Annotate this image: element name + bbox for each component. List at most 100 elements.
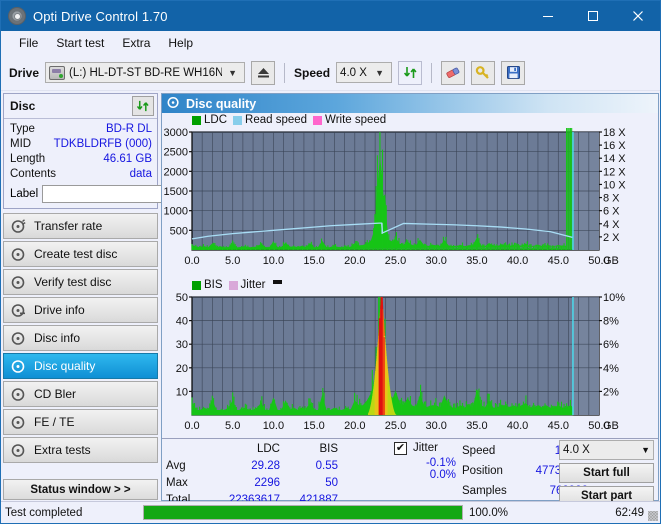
disc-panel: Disc Type BD-R DL MID TDKBLDRFB (000) Le…	[3, 93, 213, 209]
minimize-icon[interactable]	[525, 1, 570, 31]
drive-select[interactable]: (L:) HL-DT-ST BD-RE WH16NS58 TST4 ▼	[45, 62, 246, 83]
menu-item-help[interactable]: Help	[159, 34, 202, 52]
menu-item-start-test[interactable]: Start test	[47, 34, 113, 52]
jitter-marker-icon	[273, 280, 283, 284]
status-window-button[interactable]: Status window > >	[3, 479, 158, 500]
test-controls: 4.0 X ▼ Start full Start part	[559, 440, 654, 506]
disc-row-type-key: Type	[10, 123, 35, 135]
sidebar-item-verify-test-disc[interactable]: Verify test disc	[3, 269, 158, 295]
svg-text:14 X: 14 X	[603, 153, 626, 165]
stats-panel: LDC BIS Avg 29.28 0.55 Max 2296 50 Total…	[162, 438, 658, 506]
disc-row-mid-value: TDKBLDRFB (000)	[53, 138, 152, 150]
svg-text:35.0: 35.0	[466, 420, 487, 432]
erase-button[interactable]	[441, 60, 466, 85]
svg-text:8%: 8%	[603, 316, 619, 328]
menu-item-extra[interactable]: Extra	[113, 34, 159, 52]
svg-text:40.0: 40.0	[507, 420, 528, 432]
app-window: Opti Drive Control 1.70 File Start test …	[0, 0, 661, 524]
toolbar-divider	[431, 62, 433, 83]
sidebar-item-label: Drive info	[34, 303, 85, 317]
svg-text:2 X: 2 X	[603, 232, 620, 244]
ldc-read-speed-chart: 3000250020001500100050018 X16 X14 X12 X1…	[164, 128, 626, 267]
sidebar-item-extra-tests[interactable]: Extra tests	[3, 437, 158, 463]
position-stat-label: Position	[462, 465, 503, 477]
legend-swatch-read-speed	[233, 115, 243, 125]
window-controls	[525, 1, 660, 31]
sidebar-item-label: Disc info	[34, 331, 81, 345]
svg-text:5.0: 5.0	[225, 420, 240, 432]
disc-row-contents: Contents data	[10, 167, 152, 182]
refresh-button[interactable]	[398, 60, 423, 85]
key-button[interactable]	[471, 60, 496, 85]
svg-text:1000: 1000	[164, 206, 188, 218]
content-panel: Disc quality LDC Read speed Write speed …	[161, 93, 659, 506]
status-bar: Test completed 100.0% 62:49	[1, 501, 660, 523]
close-icon[interactable]	[615, 1, 660, 31]
status-text: Test completed	[5, 506, 83, 519]
svg-text:8 X: 8 X	[603, 193, 620, 205]
svg-text:500: 500	[170, 225, 188, 237]
jitter-avg-value: -0.1%	[425, 457, 456, 469]
jitter-header: ✔ Jitter	[394, 440, 456, 457]
sidebar-item-label: Disc quality	[34, 359, 96, 373]
drive-select-value: (L:) HL-DT-ST BD-RE WH16NS58 TST4	[69, 66, 222, 79]
start-full-button[interactable]: Start full	[559, 463, 654, 483]
svg-text:4 X: 4 X	[603, 219, 620, 231]
stats-row-max-ldc: 2296	[254, 477, 280, 489]
legend-label-read-speed: Read speed	[245, 114, 308, 126]
svg-text:5.0: 5.0	[225, 255, 240, 267]
disc-row-mid: MID TDKBLDRFB (000)	[10, 137, 152, 152]
eject-button[interactable]	[251, 60, 276, 85]
charts-area: LDC Read speed Write speed 3000 2500 2000 1…	[162, 113, 658, 438]
jitter-checkbox[interactable]: ✔	[394, 442, 407, 455]
sidebar-item-disc-info[interactable]: Disc info	[3, 325, 158, 351]
stats-col-ldc: LDC	[256, 443, 280, 455]
svg-text:30: 30	[176, 339, 188, 351]
sidebar-item-fe-te[interactable]: FE / TE	[3, 409, 158, 435]
legend-item-jitter: Jitter	[228, 279, 266, 291]
sidebar-item-transfer-rate[interactable]: Transfer rate	[3, 213, 158, 239]
stats-row-avg-bis: 0.55	[315, 460, 338, 472]
svg-text:20.0: 20.0	[344, 420, 365, 432]
sidebar-item-drive-info[interactable]: Drive info	[3, 297, 158, 323]
svg-text:6%: 6%	[603, 339, 619, 351]
sidebar-item-label: Extra tests	[34, 443, 91, 457]
svg-text:40: 40	[176, 316, 188, 328]
menu-bar: File Start test Extra Help	[1, 31, 660, 55]
stats-row-max-label: Max	[166, 477, 188, 489]
disc-row-type-value: BD-R DL	[105, 123, 152, 135]
legend-label-jitter: Jitter	[240, 279, 266, 291]
resize-grip-icon[interactable]	[648, 511, 658, 521]
main-body: Disc Type BD-R DL MID TDKBLDRFB (000) Le…	[1, 93, 660, 506]
svg-text:1500: 1500	[164, 186, 188, 198]
legend-label-ldc: LDC	[204, 114, 228, 126]
legend-item-bis: BIS	[192, 279, 223, 291]
svg-text:25.0: 25.0	[385, 420, 406, 432]
test-speed-select[interactable]: 4.0 X ▼	[559, 440, 654, 460]
speed-stat-label: Speed	[462, 445, 496, 457]
sidebar-item-create-test-disc[interactable]: Create test disc	[3, 241, 158, 267]
svg-text:20: 20	[176, 363, 188, 375]
drive-label: Drive	[9, 65, 40, 80]
disc-bler-icon	[11, 387, 26, 402]
drive-info-icon	[11, 303, 26, 318]
disc-write-icon	[11, 247, 26, 262]
svg-text:10.0: 10.0	[263, 420, 284, 432]
svg-text:40.0: 40.0	[507, 255, 528, 267]
save-button[interactable]	[501, 60, 526, 85]
svg-text:2000: 2000	[164, 166, 188, 178]
maximize-icon[interactable]	[570, 1, 615, 31]
svg-text:25.0: 25.0	[385, 255, 406, 267]
legend-swatch-ldc	[192, 115, 201, 125]
disc-fete-icon	[11, 415, 26, 430]
speed-select[interactable]: 4.0 X ▼	[336, 62, 393, 83]
legend-item-read-speed: Read speed	[233, 114, 307, 126]
svg-text:50: 50	[176, 293, 188, 304]
sidebar-item-disc-quality[interactable]: Disc quality	[3, 353, 158, 379]
disc-label-key: Label	[10, 188, 39, 200]
menu-item-file[interactable]: File	[10, 34, 47, 52]
legend-ldc-chart: LDC Read speed Write speed	[192, 114, 386, 126]
svg-text:10: 10	[176, 386, 188, 398]
sidebar-item-cd-bler[interactable]: CD Bler	[3, 381, 158, 407]
disc-refresh-button[interactable]	[132, 96, 154, 116]
